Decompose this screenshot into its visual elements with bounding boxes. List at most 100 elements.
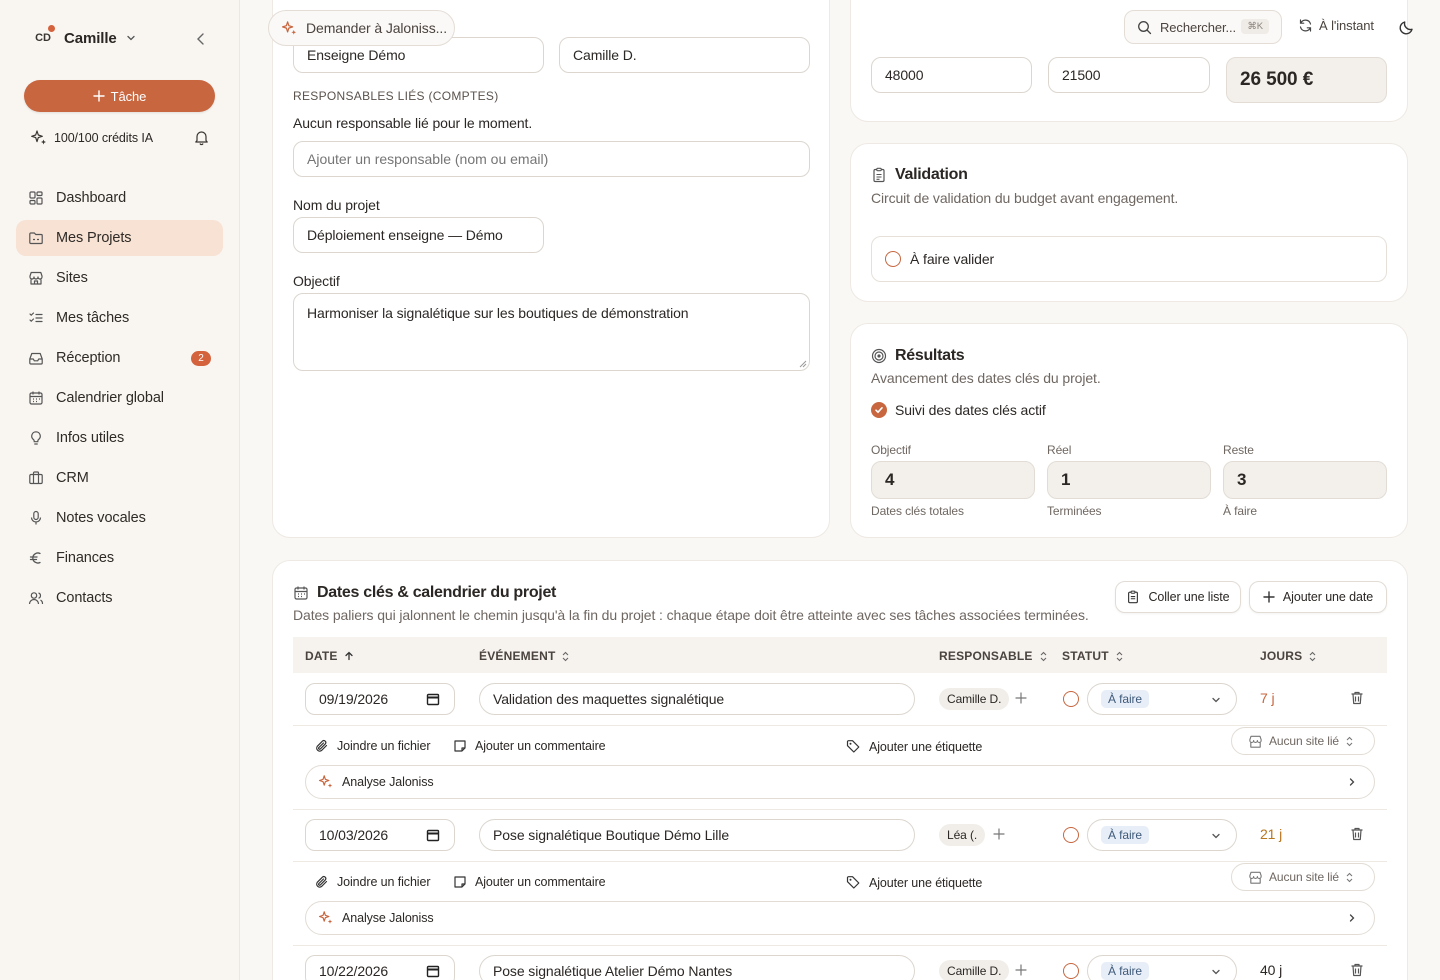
budget-planned-input[interactable]: 48000: [871, 57, 1032, 93]
objective-textarea[interactable]: Harmoniser la signalétique sur les bouti…: [293, 293, 810, 371]
date-input[interactable]: 10/03/2026: [305, 819, 455, 851]
sidebar-item-info[interactable]: Infos utiles: [16, 420, 223, 456]
store-icon: [29, 271, 43, 285]
validation-title: Validation: [871, 166, 968, 184]
sidebar-item-voice-notes[interactable]: Notes vocales: [16, 500, 223, 536]
table-row: 10/03/2026 Pose signalétique Boutique Dé…: [293, 809, 1387, 949]
owner-chip[interactable]: Léa (.: [939, 824, 986, 846]
status-radio[interactable]: [1063, 691, 1079, 707]
add-comment-button[interactable]: Ajouter un commentaire: [453, 875, 606, 889]
sync-status[interactable]: À l'instant: [1298, 18, 1374, 33]
briefcase-icon: [29, 471, 43, 485]
status-select[interactable]: À faire: [1087, 955, 1237, 980]
metric-value: 3: [1223, 461, 1387, 499]
chevron-down-icon: [1212, 697, 1220, 703]
status-select[interactable]: À faire: [1087, 819, 1237, 851]
sidebar-item-label: Mes tâches: [56, 310, 130, 326]
key-dates-card: Dates clés & calendrier du projet Dates …: [272, 560, 1408, 980]
calendar-icon: [426, 693, 440, 706]
column-header-date[interactable]: DATE: [305, 649, 354, 663]
sidebar-item-calendar[interactable]: Calendrier global: [16, 380, 223, 416]
linked-owners-empty: Aucun responsable lié pour le moment.: [293, 115, 533, 131]
collapse-sidebar-icon[interactable]: [192, 30, 210, 48]
sidebar-item-inbox[interactable]: Réception 2: [16, 340, 223, 376]
bell-icon[interactable]: [193, 129, 210, 146]
sidebar-item-projects[interactable]: Mes Projets: [16, 220, 223, 256]
ai-analysis-row[interactable]: Analyse Jaloniss: [305, 765, 1375, 799]
add-owner-input[interactable]: [293, 141, 810, 177]
resize-handle-icon[interactable]: [799, 360, 807, 368]
event-input[interactable]: Pose signalétique Atelier Démo Nantes: [479, 955, 915, 980]
column-header-owner[interactable]: RESPONSABLE: [939, 649, 1048, 663]
status-select[interactable]: À faire: [1087, 683, 1237, 715]
owner-chip[interactable]: Camille D.: [939, 960, 1010, 980]
sidebar-item-contacts[interactable]: Contacts: [16, 580, 223, 616]
topbar: Demander à Jaloniss... Rechercher... ⌘K …: [240, 0, 1440, 56]
search-input[interactable]: Rechercher... ⌘K: [1124, 10, 1282, 44]
sidebar-item-sites[interactable]: Sites: [16, 260, 223, 296]
column-label: RESPONSABLE: [939, 649, 1033, 663]
project-name-input[interactable]: Déploiement enseigne — Démo: [293, 217, 544, 253]
ask-assistant-button[interactable]: Demander à Jaloniss...: [268, 10, 455, 46]
new-task-button[interactable]: Tâche: [24, 80, 215, 112]
user-menu[interactable]: CD Camille: [30, 24, 137, 52]
status-radio[interactable]: [1063, 963, 1079, 979]
trash-icon[interactable]: [1349, 962, 1365, 978]
site-select[interactable]: Aucun site lié: [1231, 727, 1375, 755]
trash-icon[interactable]: [1349, 826, 1365, 842]
sidebar-item-finances[interactable]: Finances: [16, 540, 223, 576]
ai-analysis-row[interactable]: Analyse Jaloniss: [305, 901, 1375, 935]
date-input[interactable]: 10/22/2026: [305, 955, 455, 980]
ai-analysis-label: Analyse Jaloniss: [342, 911, 434, 925]
attach-file-button[interactable]: Joindre un fichier: [315, 739, 430, 753]
results-title: Résultats: [871, 347, 965, 365]
theme-toggle-icon[interactable]: [1398, 19, 1415, 36]
sort-icon: [1116, 651, 1123, 661]
sidebar-item-tasks[interactable]: Mes tâches: [16, 300, 223, 336]
folder-icon: [29, 232, 43, 245]
site-label: Aucun site lié: [1269, 734, 1339, 748]
clipboard-icon: [1128, 590, 1139, 604]
search-placeholder: Rechercher...: [1160, 19, 1237, 35]
sparkles-icon: [318, 911, 333, 924]
date-input[interactable]: 09/19/2026: [305, 683, 455, 715]
sidebar-item-label: CRM: [56, 470, 89, 486]
trash-icon[interactable]: [1349, 690, 1365, 706]
budget-actual-value: 21500: [1062, 67, 1101, 83]
event-value: Pose signalétique Atelier Démo Nantes: [493, 963, 733, 979]
status-radio[interactable]: [1063, 827, 1079, 843]
attach-file-button[interactable]: Joindre un fichier: [315, 875, 430, 889]
owner-chip[interactable]: Camille D.: [939, 688, 1010, 710]
add-owner-icon[interactable]: [1014, 691, 1028, 705]
add-tag-button[interactable]: Ajouter une étiquette: [846, 875, 982, 890]
avatar: CD: [30, 25, 56, 51]
paste-list-button[interactable]: Coller une liste: [1115, 581, 1241, 613]
sidebar-item-label: Contacts: [56, 590, 113, 606]
add-date-button[interactable]: Ajouter une date: [1249, 581, 1387, 613]
arrow-up-icon: [344, 651, 353, 661]
event-input[interactable]: Validation des maquettes signalétique: [479, 683, 915, 715]
add-owner-icon[interactable]: [1014, 963, 1028, 977]
objective-label: Objectif: [293, 273, 340, 289]
paperclip-icon: [316, 740, 328, 752]
validation-option[interactable]: À faire valider: [871, 236, 1387, 282]
key-dates-tracking-toggle[interactable]: Suivi des dates clés actif: [871, 402, 1046, 418]
calendar-icon: [426, 965, 440, 978]
event-input[interactable]: Pose signalétique Boutique Démo Lille: [479, 819, 915, 851]
column-header-event[interactable]: ÉVÉNEMENT: [479, 649, 570, 663]
add-owner-icon[interactable]: [992, 827, 1006, 841]
sparkles-icon: [31, 130, 46, 145]
budget-actual-input[interactable]: 21500: [1048, 57, 1210, 93]
column-header-days[interactable]: JOURS: [1260, 649, 1317, 663]
validation-radio[interactable]: [885, 251, 901, 267]
metric-label: Reste: [1223, 443, 1254, 457]
lightbulb-icon: [31, 431, 41, 445]
add-comment-button[interactable]: Ajouter un commentaire: [453, 739, 606, 753]
date-value: 09/19/2026: [319, 691, 389, 707]
sidebar-item-dashboard[interactable]: Dashboard: [16, 180, 223, 216]
column-header-status[interactable]: STATUT: [1062, 649, 1124, 663]
sidebar-item-crm[interactable]: CRM: [16, 460, 223, 496]
site-select[interactable]: Aucun site lié: [1231, 863, 1375, 891]
date-value: 10/03/2026: [319, 827, 389, 843]
add-tag-button[interactable]: Ajouter une étiquette: [846, 739, 982, 754]
